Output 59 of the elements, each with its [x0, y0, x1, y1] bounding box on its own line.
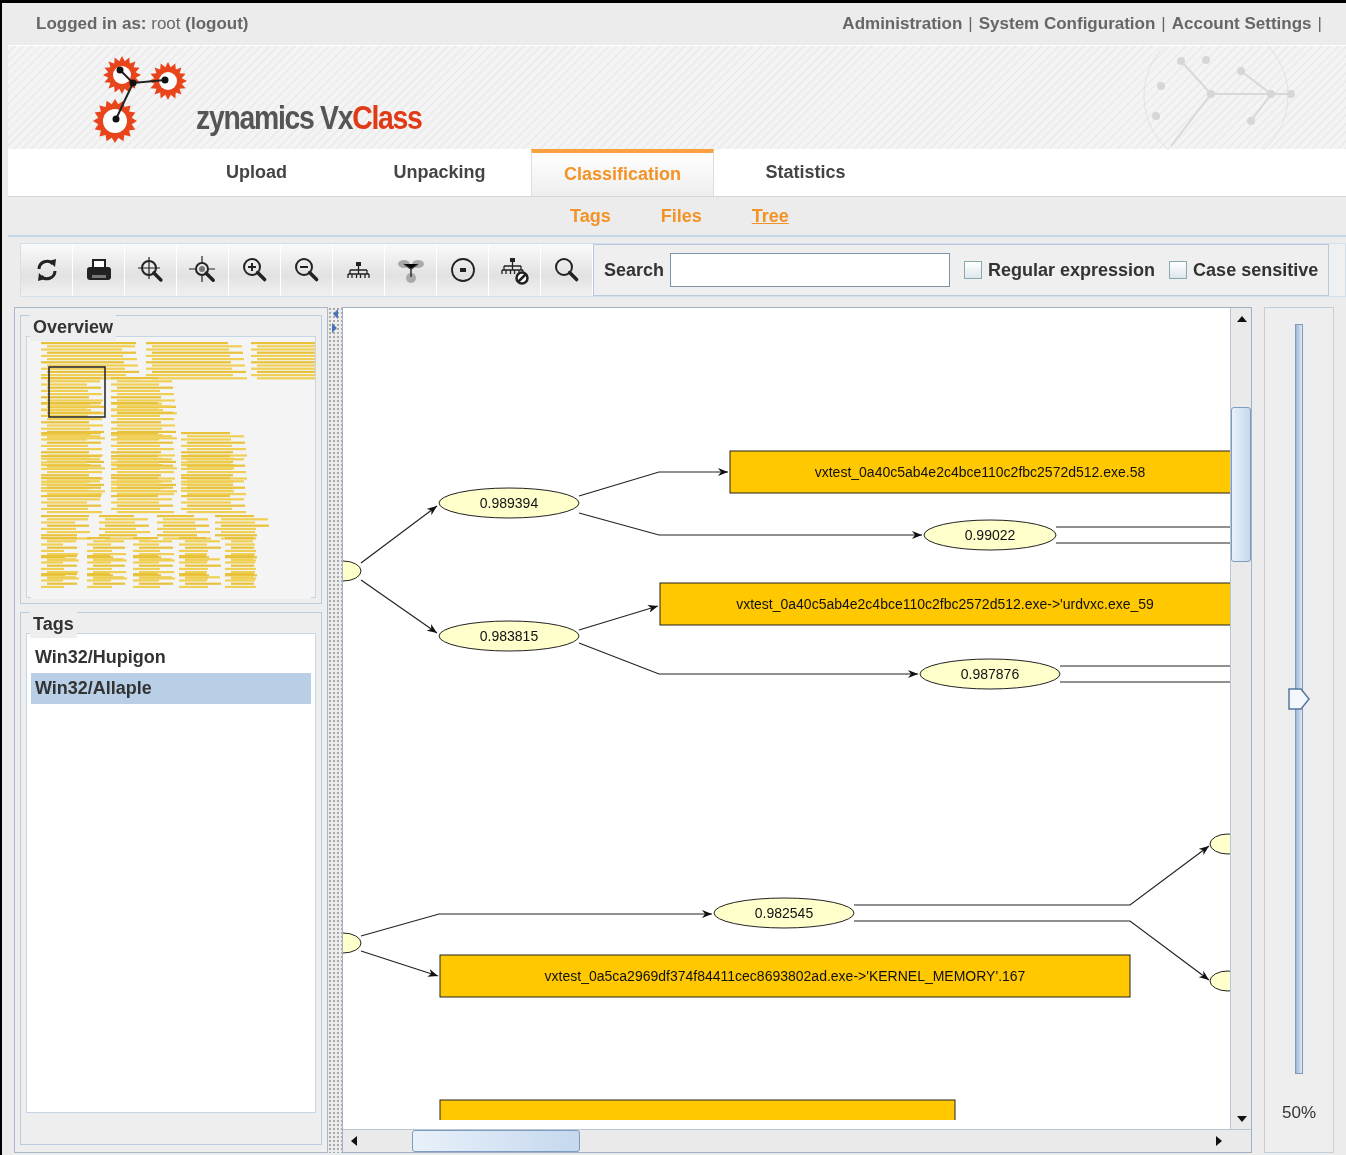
- link-separator: |: [1161, 13, 1166, 36]
- tag-item[interactable]: Win32/Hupigon: [31, 642, 311, 673]
- scroll-up-icon[interactable]: [1236, 315, 1247, 322]
- node-label: 0.983815: [479, 628, 539, 644]
- header-link[interactable]: Administration: [842, 11, 963, 37]
- node-label: 0.987876: [960, 666, 1020, 682]
- graph-node: [343, 932, 362, 954]
- nav-tab[interactable]: Unpacking: [348, 149, 531, 196]
- hierarchy-button[interactable]: [333, 244, 385, 296]
- header-link[interactable]: System Configuration: [978, 11, 1156, 37]
- checkbox[interactable]: [964, 261, 983, 279]
- node-label: 0.989394: [479, 495, 539, 511]
- graph-node: [1209, 833, 1230, 855]
- link-separator: |: [1317, 13, 1322, 36]
- nav-tab[interactable]: Statistics: [714, 149, 897, 196]
- fit-magnifier-button[interactable]: [177, 244, 229, 296]
- node-label: 0.982545: [754, 905, 814, 921]
- crosshair-magnifier-button[interactable]: [125, 244, 177, 296]
- zoom-percentage: 50%: [1282, 1102, 1316, 1124]
- circle-dot-button[interactable]: [437, 244, 489, 296]
- refresh-button[interactable]: [21, 244, 73, 296]
- header-link[interactable]: Account Settings: [1171, 11, 1312, 37]
- link-separator: |: [968, 13, 973, 36]
- scroll-down-icon[interactable]: [1236, 1115, 1247, 1122]
- fit-magnifier-icon: [187, 255, 218, 285]
- slider-thumb[interactable]: [1287, 687, 1311, 711]
- node-label: vxtest_0a5ca2969df374f84411cec8693802ad.exe->'KERNEL_MEMORY'.167: [544, 968, 1026, 984]
- crosshair-magnifier-icon: [135, 255, 166, 285]
- zoom-out-button[interactable]: [281, 244, 333, 296]
- zoom-in-button[interactable]: [229, 244, 281, 296]
- node-label: vxtest_0a40c5ab4e2c4bce110c2fbc2572d512.exe->'urdvxc.exe_59: [736, 596, 1154, 612]
- hierarchy-blocked-icon: [499, 255, 530, 285]
- logout-link[interactable]: (logout): [185, 14, 249, 34]
- hierarchy-blocked-button[interactable]: [489, 244, 541, 296]
- checkbox-label: Case sensitive: [1193, 258, 1319, 282]
- graph-node: [343, 560, 362, 582]
- logo-text: zynamics VxClass: [196, 97, 422, 138]
- scroll-thumb[interactable]: [1231, 407, 1251, 562]
- scroll-right-icon[interactable]: [1215, 1135, 1222, 1146]
- graph-node: [1209, 970, 1230, 992]
- search-button[interactable]: [541, 244, 593, 296]
- node-cluster-button[interactable]: [385, 244, 437, 296]
- panel-title: Overview: [30, 314, 117, 341]
- nav-tab[interactable]: Upload: [165, 149, 348, 196]
- horizontal-scrollbar[interactable]: [343, 1129, 1251, 1152]
- login-status: Logged in as: root (logout): [36, 13, 249, 36]
- checkbox[interactable]: [1169, 261, 1188, 279]
- checkbox-label: Regular expression: [988, 258, 1156, 282]
- search-field[interactable]: [670, 253, 951, 287]
- node-label: vxtest_0a40c5ab4e2c4bce110c2fbc2572d512.exe.58: [814, 464, 1146, 480]
- node-label: 0.99022: [964, 527, 1016, 543]
- scroll-left-icon[interactable]: [350, 1135, 357, 1146]
- printer-button[interactable]: [73, 244, 125, 296]
- search-label: Search: [604, 258, 665, 282]
- panel-title: Tags: [30, 611, 77, 638]
- splitter-arrows-icon[interactable]: [331, 307, 339, 335]
- tag-item[interactable]: Win32/Allaple: [31, 673, 311, 704]
- scroll-thumb[interactable]: [412, 1130, 580, 1152]
- vertical-scrollbar[interactable]: [1230, 308, 1251, 1129]
